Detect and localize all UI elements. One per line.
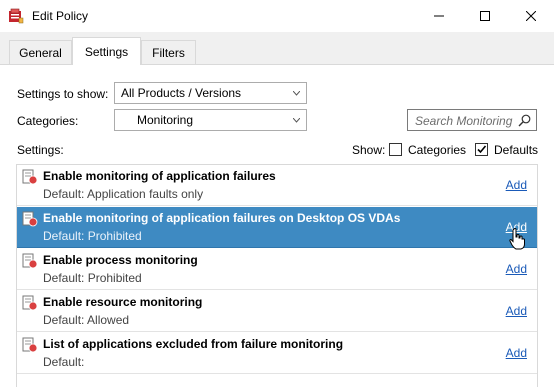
settings-to-show-label: Settings to show: (17, 87, 109, 101)
defaults-checkbox[interactable] (475, 143, 488, 156)
setting-row-selected[interactable]: Enable monitoring of application failure… (17, 207, 537, 248)
setting-row[interactable]: Enable monitoring of application failure… (17, 165, 537, 206)
setting-policy-icon (22, 169, 38, 185)
add-setting-link[interactable]: Add (506, 346, 527, 360)
setting-title: Enable resource monitoring (43, 295, 203, 309)
minimize-button[interactable] (416, 0, 462, 31)
chevron-down-icon (293, 91, 300, 96)
title-bar: Edit Policy (0, 0, 554, 32)
checkmark-icon (477, 145, 487, 154)
setting-row[interactable]: Enable resource monitoring Default: Allo… (17, 291, 537, 332)
search-icon[interactable] (518, 114, 531, 127)
maximize-icon (480, 10, 490, 21)
setting-title: Enable process monitoring (43, 253, 198, 267)
add-setting-link[interactable]: Add (506, 262, 527, 276)
setting-title: List of applications excluded from failu… (43, 337, 344, 351)
setting-default: Default: Prohibited (43, 271, 142, 285)
chevron-down-icon (293, 118, 300, 123)
setting-default: Default: Prohibited (43, 229, 142, 243)
categories-checkbox[interactable] (389, 143, 402, 156)
setting-policy-icon (22, 295, 38, 311)
search-input[interactable]: Search Monitoring (415, 114, 512, 128)
settings-to-show-dropdown[interactable]: All Products / Versions (114, 82, 307, 104)
categories-value: Monitoring (137, 113, 194, 127)
tab-settings[interactable]: Settings (72, 37, 141, 65)
settings-label: Settings: (17, 143, 64, 157)
close-icon (526, 10, 536, 21)
close-button[interactable] (508, 0, 554, 31)
hand-cursor-icon (509, 228, 525, 250)
setting-row[interactable]: List of applications excluded from failu… (17, 333, 537, 374)
settings-list: Enable monitoring of application failure… (16, 164, 538, 387)
show-label: Show: (352, 143, 386, 157)
setting-title: Enable monitoring of application failure… (43, 211, 401, 225)
setting-policy-icon (22, 337, 38, 353)
setting-default: Default: (43, 355, 85, 369)
setting-title: Enable monitoring of application failure… (43, 169, 276, 183)
defaults-checkbox-label[interactable]: Defaults (494, 143, 538, 157)
settings-to-show-value: All Products / Versions (121, 86, 242, 100)
policy-app-icon (9, 8, 24, 24)
add-setting-link[interactable]: Add (506, 178, 527, 192)
categories-label: Categories: (17, 114, 79, 128)
minimize-icon (434, 15, 444, 16)
categories-checkbox-label[interactable]: Categories (408, 143, 466, 157)
tab-general[interactable]: General (9, 40, 72, 64)
setting-row[interactable]: Enable process monitoring Default: Prohi… (17, 249, 537, 290)
maximize-button[interactable] (462, 0, 508, 31)
setting-policy-icon (22, 211, 38, 227)
add-setting-link[interactable]: Add (506, 304, 527, 318)
categories-dropdown[interactable]: Monitoring (114, 109, 307, 131)
tab-filters[interactable]: Filters (141, 40, 196, 64)
setting-policy-icon (22, 253, 38, 269)
window-title: Edit Policy (32, 9, 89, 23)
setting-default: Default: Application faults only (43, 187, 204, 201)
search-box[interactable]: Search Monitoring (407, 109, 537, 131)
setting-default: Default: Allowed (43, 313, 130, 327)
